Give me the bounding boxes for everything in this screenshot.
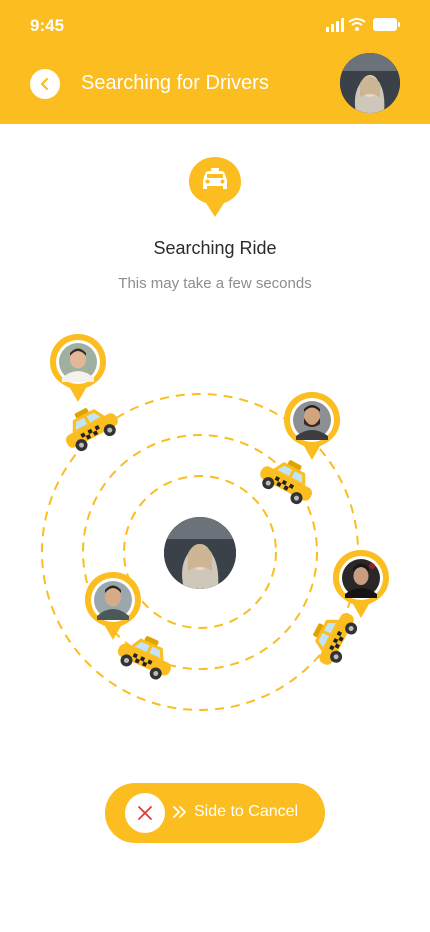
rider-avatar — [164, 517, 236, 589]
chevron-left-icon — [40, 77, 49, 91]
close-icon — [138, 806, 152, 820]
user-avatar[interactable] — [340, 53, 400, 113]
driver-pin-1[interactable] — [48, 332, 108, 404]
driver-pin-2[interactable] — [282, 390, 342, 462]
searching-subheading: This may take a few seconds — [118, 275, 312, 292]
app-header: 9:45 Searching for Drivers — [0, 0, 430, 124]
taxi-pin-icon — [189, 157, 241, 217]
user-avatar-photo — [340, 53, 400, 113]
cancel-label: Side to Cancel — [194, 803, 299, 820]
slide-to-cancel[interactable]: Side to Cancel — [105, 783, 325, 843]
page-title: Searching for Drivers — [81, 72, 269, 94]
signal-icon — [326, 18, 344, 32]
rider-avatar-photo — [164, 517, 236, 589]
searching-heading: Searching Ride — [153, 238, 277, 258]
battery-icon — [373, 18, 400, 31]
status-icons — [326, 18, 400, 32]
cancel-knob[interactable] — [125, 793, 165, 833]
back-button[interactable] — [30, 69, 60, 99]
wifi-icon — [348, 18, 366, 31]
double-chevron-right-icon — [173, 806, 186, 818]
status-time: 9:45 — [30, 16, 65, 35]
